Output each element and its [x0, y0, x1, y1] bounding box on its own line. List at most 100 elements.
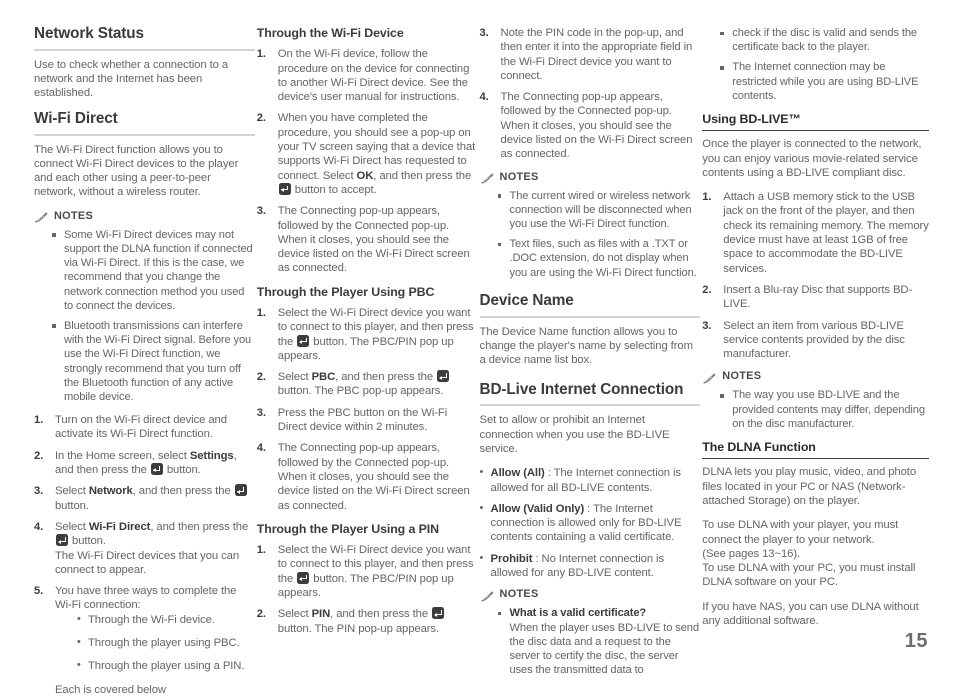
- step-number: 3.: [479, 27, 489, 39]
- step-emphasis: PIN: [311, 608, 331, 621]
- note-title: What is a valid certificate?: [509, 607, 647, 620]
- through-player-pbc-steps: 1. Select the Wi-Fi Direct device you wan…: [257, 306, 478, 513]
- column-4: check if the disc is valid and sends the…: [702, 26, 929, 627]
- notes-label: NOTES: [54, 209, 94, 222]
- list-item: The Internet connection may be restricte…: [720, 60, 929, 103]
- list-item: 2. Insert a Blu-ray Disc that supports BD…: [702, 283, 929, 312]
- note-body: When the player uses BD-LIVE to send the…: [509, 621, 700, 677]
- pencil-icon: [480, 589, 494, 602]
- step-number: 1.: [702, 191, 712, 204]
- heading-wifi-direct: Wi-Fi Direct: [34, 110, 255, 136]
- step-number: 2.: [702, 283, 712, 296]
- step-text: Select: [55, 520, 89, 533]
- network-status-body: Use to check whether a connection to a n…: [34, 58, 229, 100]
- page-number: 15: [904, 630, 928, 652]
- enter-button-icon: [150, 463, 163, 476]
- step-number: 1.: [256, 306, 266, 319]
- notes-header: NOTES: [480, 170, 701, 184]
- list-item: 3. Select Network, and then press the but…: [34, 484, 255, 513]
- step-text: Press the PBC button on the Wi-Fi Direct…: [277, 406, 448, 434]
- heading-using-bd-live: Using BD-LIVE™: [702, 112, 929, 132]
- through-wifi-device-steps: 1. On the Wi-Fi device, follow the proced…: [257, 47, 478, 275]
- step-text: The Connecting pop-up appears, followed …: [277, 205, 470, 275]
- list-item: Allow (All) : The Internet connection is…: [480, 465, 701, 495]
- list-item: 4. Select Wi-Fi Direct, and then press th…: [34, 520, 255, 577]
- list-item: What is a valid certificate? When the pla…: [497, 606, 701, 677]
- pencil-icon: [702, 371, 716, 384]
- step-number: 4.: [256, 442, 266, 455]
- list-item: 5. You have three ways to complete the Wi…: [34, 584, 255, 697]
- list-item: 2. Select PIN, and then press the button.…: [257, 607, 478, 636]
- wifi-direct-steps: 1. Turn on the Wi-Fi direct device and ac…: [34, 413, 255, 697]
- list-item: 2. When you have completed the procedure,…: [257, 111, 478, 197]
- enter-button-icon: [278, 182, 291, 195]
- bd-live-options: Allow (All) : The Internet connection is…: [480, 465, 701, 580]
- step-number: 3.: [256, 205, 266, 218]
- notes-header: NOTES: [480, 588, 701, 602]
- notes-label: NOTES: [499, 170, 539, 183]
- pencil-icon: [34, 210, 48, 223]
- enter-button-icon: [432, 607, 445, 620]
- step-text: Select: [55, 485, 89, 498]
- notes-label: NOTES: [722, 370, 762, 383]
- pin-steps-continued: 3. Note the PIN code in the pop-up, and t…: [480, 26, 701, 162]
- step-tail-text: Each is covered below: [55, 683, 166, 696]
- device-name-body: The Device Name function allows you to c…: [479, 325, 693, 367]
- step-number: 2.: [256, 608, 266, 621]
- using-bd-live-body: Once the player is connected to the netw…: [702, 138, 922, 179]
- step-number: 2.: [256, 112, 266, 125]
- enter-button-icon: [297, 334, 310, 347]
- step-text: , and then press the: [335, 371, 437, 384]
- step-text: Attach a USB memory stick to the USB jac…: [723, 191, 929, 275]
- column-1: Network Status Use to check whether a co…: [34, 25, 255, 696]
- list-item: 1. Attach a USB memory stick to the USB j…: [702, 190, 929, 276]
- step-number: 1.: [256, 544, 266, 557]
- wifi-direct-notes-list: Some Wi-Fi Direct devices may not suppor…: [34, 228, 255, 404]
- step-text: In the Home screen, select: [55, 449, 190, 462]
- list-item: Through the player using PBC.: [77, 635, 255, 650]
- heading-through-wifi-device: Through the Wi-Fi Device: [256, 26, 404, 40]
- step-text: Select: [277, 608, 312, 621]
- heading-network-status: Network Status: [34, 25, 255, 51]
- option-term: Allow (All): [490, 467, 545, 480]
- list-item: 4. The Connecting pop-up appears, followe…: [480, 90, 701, 161]
- list-item: 2. Select PBC, and then press the button.…: [257, 370, 478, 399]
- notes-header: NOTES: [702, 370, 929, 384]
- bd-live-notes-continued: check if the disc is valid and sends the…: [702, 26, 929, 103]
- step-text: Turn on the Wi-Fi direct device and acti…: [55, 414, 227, 441]
- list-item: Through the player using a PIN.: [77, 658, 255, 673]
- step-number: 4.: [34, 520, 44, 533]
- step-text: Insert a Blu-ray Disc that supports BD-L…: [723, 283, 913, 311]
- step-detail: The Wi-Fi Direct devices that you can co…: [55, 549, 240, 576]
- option-separator: :: [532, 552, 542, 565]
- pencil-icon: [480, 171, 494, 184]
- step-text: You have three ways to complete the Wi-F…: [55, 585, 237, 612]
- list-item: 1. Select the Wi-Fi Direct device you wan…: [257, 306, 478, 363]
- enter-button-icon: [234, 484, 247, 497]
- list-item: Text files, such as files with a .TXT or…: [497, 237, 701, 280]
- step-number: 2.: [256, 371, 266, 384]
- list-item: The current wired or wireless network co…: [497, 189, 701, 232]
- note-body: check if the disc is valid and sends the…: [732, 27, 917, 54]
- list-item: 2. In the Home screen, select Settings, a…: [34, 449, 255, 478]
- step-text: The Connecting pop-up appears, followed …: [500, 91, 693, 161]
- valid-certificate-note: What is a valid certificate? When the pla…: [480, 606, 701, 677]
- notes-label: NOTES: [499, 588, 539, 601]
- heading-bd-live-internet-connection: BD-Live Internet Connection: [479, 381, 701, 407]
- option-term: Prohibit: [490, 552, 533, 565]
- manual-page: Network Status Use to check whether a co…: [0, 0, 954, 696]
- list-item: Bluetooth transmissions can interfere wi…: [52, 319, 255, 404]
- step-text: The Connecting pop-up appears, followed …: [277, 442, 470, 512]
- dlna-paragraph-3: If you have NAS, you can use DLNA withou…: [702, 600, 919, 627]
- list-item: 3. The Connecting pop-up appears, followe…: [257, 204, 478, 275]
- step-text: button. The PIN pop-up appears.: [277, 622, 440, 635]
- bd-live-internet-body: Set to allow or prohibit an Internet con…: [479, 414, 670, 455]
- column-2: Through the Wi-Fi Device 1. On the Wi-Fi …: [256, 26, 478, 635]
- enter-button-icon: [56, 534, 68, 547]
- option-separator: :: [544, 467, 554, 480]
- note-continuation: check if the disc is valid and sends the…: [720, 26, 929, 54]
- step-number: 4.: [479, 91, 489, 104]
- list-item: 4. The Connecting pop-up appears, followe…: [257, 441, 478, 512]
- enter-button-icon: [437, 370, 450, 383]
- step-text: button.: [55, 499, 89, 512]
